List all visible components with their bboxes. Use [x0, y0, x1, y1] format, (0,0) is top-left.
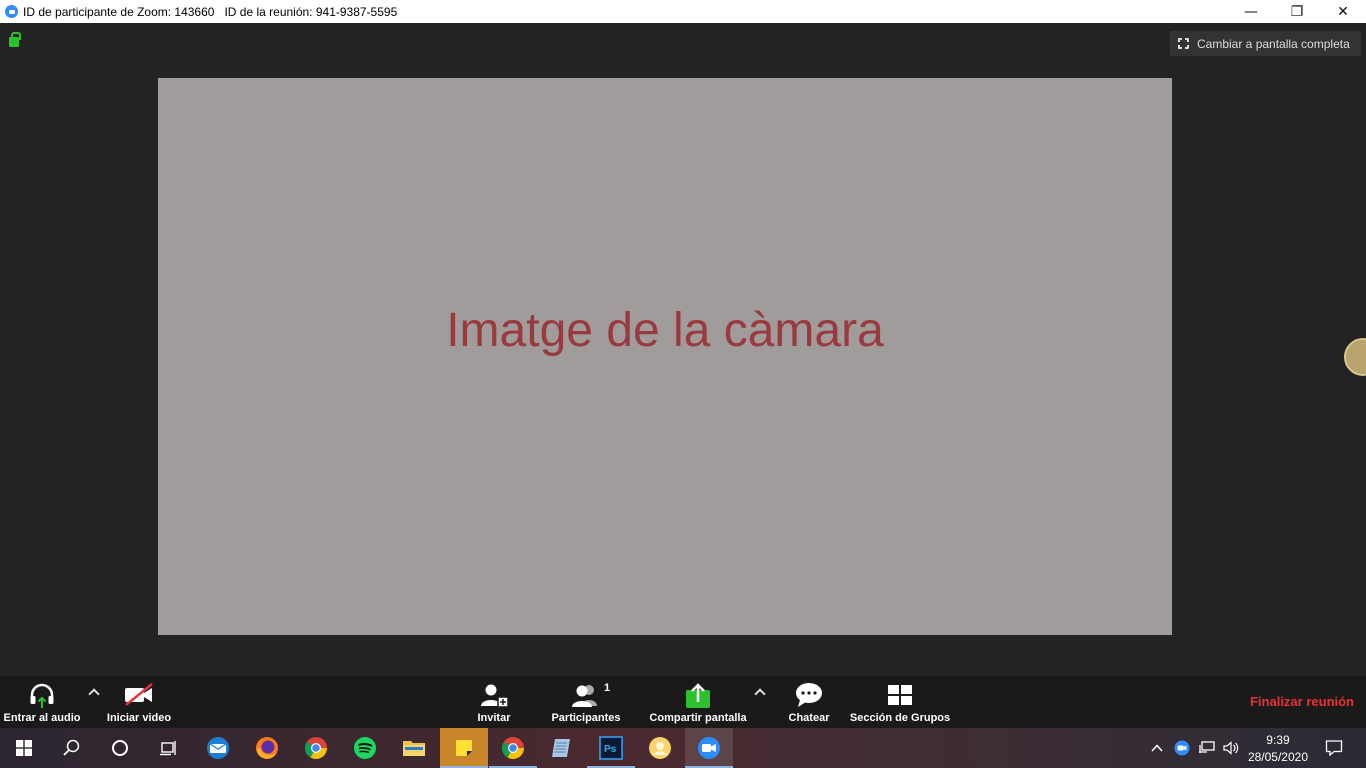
chat-label: Chatear [788, 712, 830, 724]
invite-icon [481, 684, 509, 708]
taskbar-photoshop[interactable]: Ps [587, 728, 635, 768]
outlook-icon [207, 737, 229, 759]
spotify-icon [354, 737, 376, 759]
share-screen-button[interactable]: Compartir pantalla [646, 676, 750, 728]
invite-label: Invitar [477, 712, 511, 724]
taskbar-spotify[interactable] [341, 728, 389, 768]
participants-label: Participantes [551, 712, 621, 724]
participants-icon [572, 685, 597, 707]
start-video-label: Iniciar video [106, 712, 172, 724]
start-video-button[interactable]: Iniciar video [104, 676, 174, 728]
breakout-rooms-button[interactable]: Sección de Grupos [848, 676, 952, 728]
participants-count: 1 [604, 682, 611, 694]
taskbar-sticky-notes[interactable] [440, 728, 488, 768]
window-title: ID de participante de Zoom: 143660 ID de… [23, 4, 398, 19]
title-bar: ID de participante de Zoom: 143660 ID de… [0, 0, 1366, 23]
side-panel-handle[interactable] [1344, 338, 1366, 376]
sticky-notes-icon [456, 740, 472, 756]
windows-start-icon [16, 740, 32, 756]
join-audio-label: Entrar al audio [3, 712, 81, 724]
network-icon[interactable] [1198, 740, 1216, 756]
cortana-button[interactable] [96, 728, 144, 768]
meeting-toolbar: Entrar al audio Iniciar video Invitar 1 … [0, 676, 1366, 728]
firefox-icon [256, 737, 278, 759]
photoshop-icon: Ps [599, 736, 623, 760]
taskbar-notepad[interactable] [538, 728, 586, 768]
windows-taskbar: Ps 9:39 28/05/2020 [0, 728, 1366, 768]
search-button[interactable] [48, 728, 96, 768]
end-meeting-button[interactable]: Finalizar reunión [1250, 694, 1354, 709]
fullscreen-icon [1177, 37, 1190, 50]
taskbar-chrome-2[interactable] [489, 728, 537, 768]
clock-time: 9:39 [1266, 733, 1290, 747]
zoom-tray-icon[interactable] [1174, 740, 1190, 756]
volume-icon[interactable] [1222, 740, 1240, 756]
system-tray [1150, 728, 1246, 768]
minimize-button[interactable]: — [1228, 0, 1274, 23]
share-options-chevron-icon[interactable] [754, 688, 766, 700]
video-off-icon [125, 683, 153, 706]
taskbar-chrome[interactable] [292, 728, 340, 768]
breakout-rooms-label: Sección de Grupos [849, 712, 951, 724]
chrome-icon [502, 737, 524, 759]
share-screen-label: Compartir pantalla [649, 712, 747, 724]
search-icon [63, 739, 80, 756]
close-button[interactable]: ✕ [1320, 0, 1366, 23]
lock-icon[interactable] [9, 32, 21, 47]
folder-icon [403, 741, 425, 756]
zoom-logo-icon [5, 5, 18, 18]
taskbar-clock[interactable]: 9:39 28/05/2020 [1248, 732, 1308, 766]
tray-chevron-up-icon[interactable] [1150, 741, 1164, 755]
fullscreen-button[interactable]: Cambiar a pantalla completa [1170, 31, 1361, 56]
svg-text:Ps: Ps [604, 744, 617, 755]
headphones-icon [30, 683, 54, 708]
taskbar-user-app[interactable] [636, 728, 684, 768]
meeting-area: Cambiar a pantalla completa Imatge de la… [0, 23, 1366, 676]
notepad-icon [552, 739, 570, 757]
share-screen-icon [686, 683, 710, 708]
camera-video: Imatge de la càmara [158, 78, 1172, 635]
audio-options-chevron-icon[interactable] [88, 688, 100, 700]
user-app-icon [649, 737, 671, 759]
maximize-button[interactable]: ❐ [1274, 0, 1320, 23]
task-view-icon [160, 741, 176, 756]
zoom-icon [698, 737, 720, 759]
chat-icon [796, 683, 822, 707]
taskbar-firefox[interactable] [243, 728, 291, 768]
chrome-icon [305, 737, 327, 759]
action-center-button[interactable] [1310, 728, 1358, 768]
taskbar-zoom[interactable] [685, 728, 733, 768]
join-audio-button[interactable]: Entrar al audio [0, 676, 84, 728]
invite-button[interactable]: Invitar [466, 676, 522, 728]
clock-date: 28/05/2020 [1247, 750, 1308, 764]
notification-icon [1325, 740, 1343, 757]
fullscreen-label: Cambiar a pantalla completa [1197, 36, 1350, 51]
taskbar-outlook[interactable] [194, 728, 242, 768]
camera-caption: Imatge de la càmara [446, 304, 884, 357]
taskbar-file-explorer[interactable] [390, 728, 438, 768]
participants-button[interactable]: 1 Participantes [548, 676, 624, 728]
window-controls: — ❐ ✕ [1228, 0, 1366, 23]
breakout-rooms-icon [888, 685, 912, 705]
chat-button[interactable]: Chatear [784, 676, 834, 728]
cortana-icon [112, 740, 128, 756]
task-view-button[interactable] [144, 728, 192, 768]
start-button[interactable] [0, 728, 48, 768]
